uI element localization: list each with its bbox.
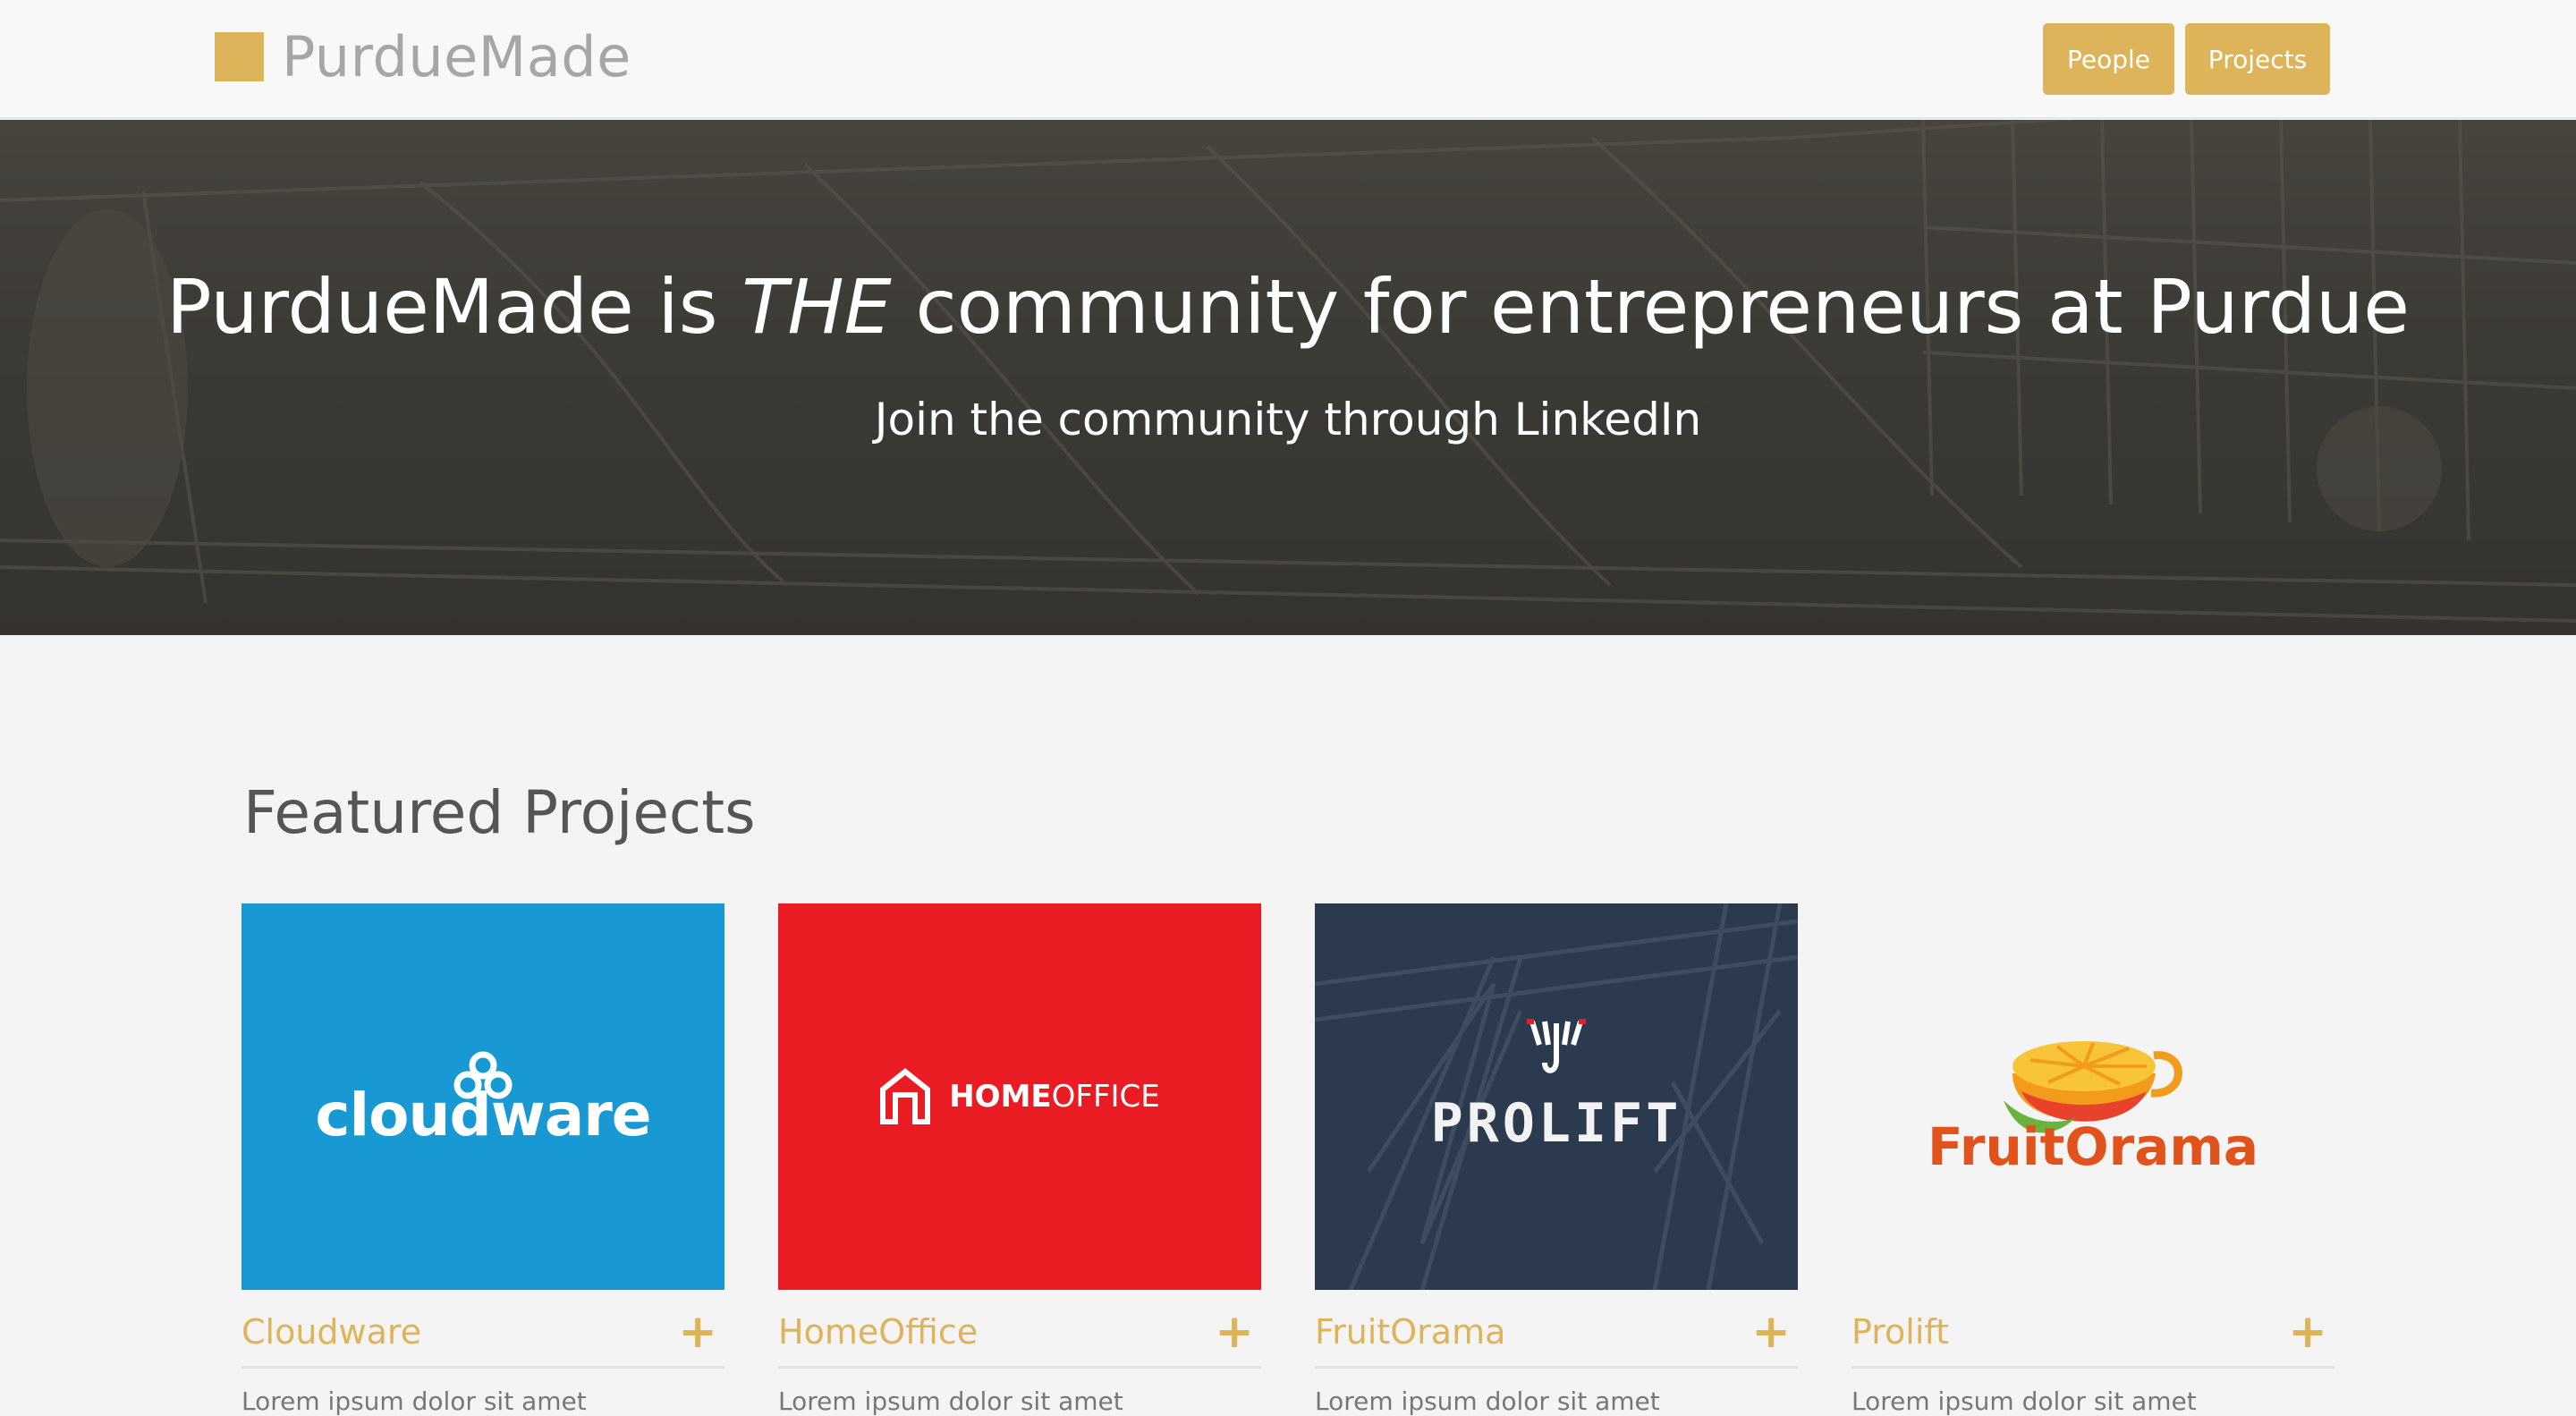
- project-card-footer: Cloudware +: [242, 1297, 724, 1369]
- plus-icon[interactable]: +: [1751, 1309, 1791, 1355]
- project-name[interactable]: HomeOffice: [778, 1312, 978, 1352]
- people-button[interactable]: People: [2043, 23, 2174, 95]
- hero-banner: PurdueMade is THE community for entrepre…: [0, 120, 2576, 635]
- project-card-image[interactable]: FruitOrama: [1852, 903, 2334, 1290]
- hero-background-image: [0, 120, 2576, 623]
- fruitorama-logo-text: FruitOrama: [1927, 1116, 2259, 1177]
- homeoffice-logo-light: OFFICE: [1051, 1079, 1160, 1115]
- crane-hook-icon: [1527, 1019, 1586, 1073]
- project-card-footer: FruitOrama +: [1315, 1297, 1798, 1369]
- project-description: Lorem ipsum dolor sit amet: [1852, 1386, 2197, 1416]
- navbar: PurdueMade People Projects: [0, 0, 2576, 119]
- project-description: Lorem ipsum dolor sit amet: [1315, 1386, 1660, 1416]
- hero-title: PurdueMade is THE community for entrepre…: [0, 263, 2576, 351]
- brand-logo-square: [215, 31, 264, 81]
- house-icon: [880, 1068, 931, 1124]
- prolift-logo-text: PROLIFT: [1430, 1092, 1682, 1155]
- brand-link[interactable]: PurdueMade: [215, 23, 631, 89]
- hero-linkedin-link[interactable]: Join the community through LinkedIn: [0, 394, 2576, 445]
- project-card-prolift: FruitOrama Prolift + Lorem ipsum dolor s…: [1852, 903, 2334, 1416]
- hero-title-emphasis: THE: [741, 263, 892, 351]
- projects-button[interactable]: Projects: [2185, 23, 2330, 95]
- project-card-footer: Prolift +: [1852, 1297, 2334, 1369]
- project-card-image[interactable]: PROLIFT: [1315, 903, 1798, 1290]
- hero-title-prefix: PurdueMade is: [166, 263, 742, 351]
- brand-name: PurdueMade: [282, 23, 631, 89]
- plus-icon[interactable]: +: [678, 1309, 717, 1355]
- project-card-homeoffice: HOME OFFICE HomeOffice + Lorem ipsum dolo…: [778, 903, 1261, 1416]
- project-card-image[interactable]: cloudware: [242, 903, 724, 1290]
- homeoffice-logo: HOME OFFICE: [879, 1068, 1160, 1125]
- project-name[interactable]: Prolift: [1852, 1312, 1949, 1352]
- homeoffice-logo-bold: HOME: [949, 1079, 1052, 1115]
- featured-projects-heading: Featured Projects: [243, 778, 756, 847]
- hero-title-suffix: community for entrepreneurs at Purdue: [891, 263, 2410, 351]
- project-card-fruitorama: PROLIFT FruitOrama + Lorem ipsum dolor s…: [1315, 903, 1798, 1416]
- project-description: Lorem ipsum dolor sit amet: [242, 1386, 587, 1416]
- cloudware-logo-text: cloudware: [315, 1080, 651, 1149]
- project-card-cloudware: cloudware Cloudware + Lorem ipsum dolor …: [242, 903, 724, 1416]
- project-name[interactable]: Cloudware: [242, 1312, 421, 1352]
- project-name[interactable]: FruitOrama: [1315, 1312, 1505, 1352]
- project-card-footer: HomeOffice +: [778, 1297, 1261, 1369]
- project-card-image[interactable]: HOME OFFICE: [778, 903, 1261, 1290]
- project-description: Lorem ipsum dolor sit amet: [778, 1386, 1123, 1416]
- plus-icon[interactable]: +: [1215, 1309, 1254, 1355]
- plus-icon[interactable]: +: [2288, 1309, 2327, 1355]
